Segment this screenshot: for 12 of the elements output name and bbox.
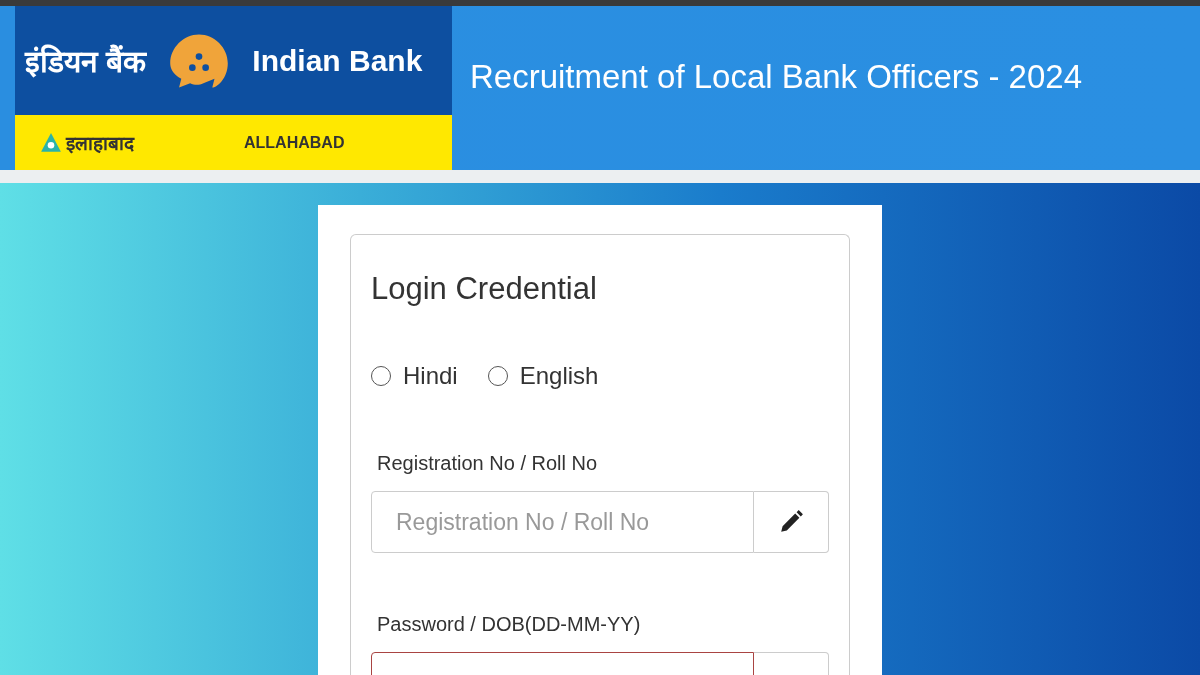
logo-hindi-subtext: इलाहाबाद [66, 131, 134, 156]
field-label: Registration No / Roll No [376, 452, 599, 475]
radio-label[interactable]: English [519, 362, 599, 390]
card-title: Login Credential [371, 271, 598, 307]
logo-english-text: Indian Bank [252, 43, 423, 78]
field-addon[interactable] [754, 491, 829, 553]
logo-english-subtext: ALLAHABAD [244, 133, 345, 152]
field-label: Password / DOB(DD-MM-YY) [376, 613, 642, 636]
page-title: Recruitment of Local Bank Officers - 2024 [469, 57, 1082, 97]
triangle-icon [40, 131, 62, 154]
logo-hindi-text: इंडियन बैंक [25, 43, 147, 80]
radio-label[interactable]: Hindi [403, 362, 458, 390]
